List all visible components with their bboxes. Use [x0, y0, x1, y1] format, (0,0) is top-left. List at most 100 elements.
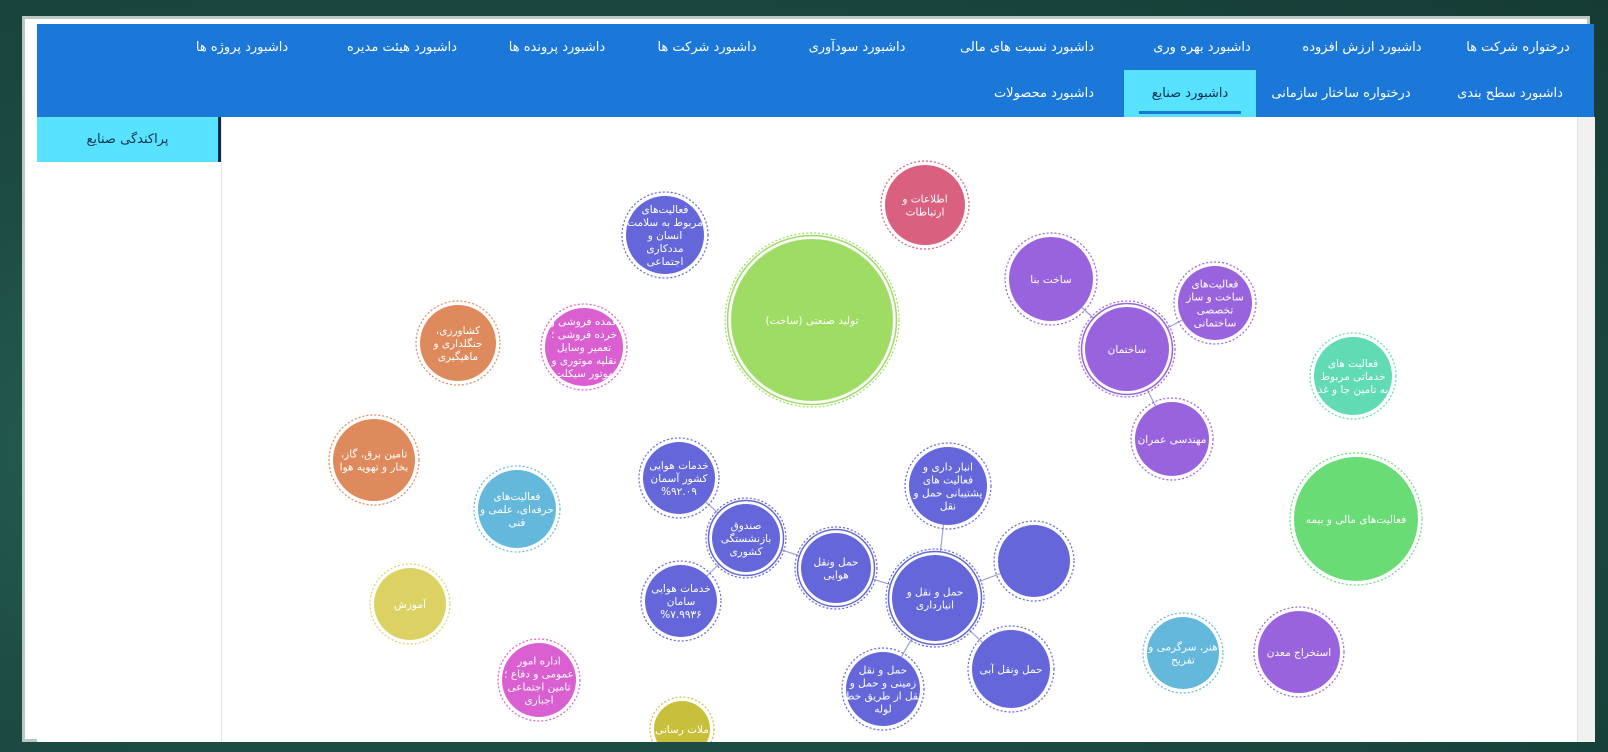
bubble-bottom[interactable]: ملات رسانی: [649, 696, 715, 742]
bubble-label: ماهیگیری: [438, 350, 479, 363]
nav-row-1: درختواره شرکت ها داشبورد ارزش افزوده داشبو…: [37, 24, 1594, 70]
bubble-label: انبار داری و: [922, 462, 973, 474]
bubble-label: عمده فروشی و: [549, 316, 619, 328]
bubble-label: بازنشستگی: [721, 532, 772, 545]
bubble-label: تامین اجتماعی: [507, 682, 570, 694]
bubble-label: کشور آسمان: [651, 472, 708, 485]
bubble-label: ساختمانی: [1194, 318, 1237, 330]
bubble-label: ،کشاورزی: [436, 325, 480, 337]
bubble-electricity[interactable]: ،تامین برق، گازبخار و تهویه هوا: [328, 414, 420, 506]
bubble-label: به تامین جا و غذ: [1318, 384, 1389, 396]
bubble-label: زمینی و حمل و: [849, 678, 916, 690]
bubble-label: سامان: [667, 596, 696, 608]
bubble-wholesale[interactable]: عمده فروشی وخرده فروشی ؛تعمیر وسایلنقلیه…: [540, 303, 628, 391]
bubble-finance[interactable]: فعالیت‌های مالی و بیمه: [1289, 452, 1423, 586]
nav-tab-9[interactable]: داشبورد پروژه ها: [162, 24, 322, 70]
bubble-water[interactable]: حمل ونقل آبی: [967, 625, 1055, 713]
bubble-public[interactable]: اداره امورعمومی و دفاع ؛تامین اجتماعیاجب…: [497, 638, 581, 722]
bubble-label: خرده فروشی ؛: [551, 329, 617, 341]
bubble-label: آموزش: [394, 598, 427, 611]
bubble-label: لوله: [874, 704, 891, 716]
bubble-label: فعالیت‌های: [494, 491, 541, 503]
bubble-label: نقل از طریق خط: [845, 691, 921, 703]
bubble-label: (تولید صنعتی (ساخت: [766, 315, 859, 327]
bubble-label: جنگلداری و: [432, 337, 482, 350]
bubble-label: خدمات هوایی: [649, 460, 709, 472]
bubble-label: نقلیه موتوری و: [551, 355, 617, 367]
nav-tab-8[interactable]: داشبورد هیئت مدیره: [322, 24, 482, 70]
bubble-label: اداره امور: [516, 656, 560, 668]
bubble-label: حرفه‌ای، علمی و: [479, 504, 554, 516]
bubble-label: خدماتی مربوط: [1320, 371, 1385, 383]
sidebar-tab-industry-distribution[interactable]: پراکندگی صنایع: [37, 117, 221, 162]
bubble-building[interactable]: ساخت بنا: [1004, 232, 1098, 326]
bubble-label: تفریح: [1171, 655, 1195, 667]
nav-tab-row2-4[interactable]: داشبورد محصولات: [964, 70, 1124, 117]
bubble-construction[interactable]: ساختمان: [1078, 300, 1176, 398]
bubble-saman[interactable]: خدمات هواییسامان%۷.۹۹۳۶: [640, 560, 722, 642]
bubble-professional[interactable]: فعالیت‌هایحرفه‌ای، علمی وفنی: [473, 465, 561, 553]
nav-tab-row2-2[interactable]: درختواره ساختار سازمانی: [1256, 70, 1426, 117]
bubble-storage[interactable]: انبار داری وفعالیت هایپشتیبانی حمل ونقل: [904, 442, 992, 530]
app-frame: درختواره شرکت ها داشبورد ارزش افزوده داشبو…: [22, 16, 1595, 742]
bubble-label: فعالیت های: [923, 475, 973, 487]
bubble-label: %۹۲.۰۹: [661, 486, 697, 498]
bubble-agri[interactable]: ،کشاورزیجنگلداری وماهیگیری: [415, 300, 501, 386]
bubble-label: ملات رسانی: [655, 724, 709, 736]
bubble-chart: اطلاعات وارتباطاتفعالیت‌هایمربوط به سلام…: [328, 160, 1423, 742]
nav-tab-row2-1[interactable]: داشبورد سطح بندی: [1426, 70, 1594, 117]
bubble-label: مربوط به سلامت: [627, 217, 703, 229]
bubble-land[interactable]: حمل و نقلزمینی و حمل ونقل از طریق خطلوله: [841, 647, 925, 731]
bubble-label: صندوق: [731, 520, 762, 532]
nav-row-2: داشبورد سطح بندی درختواره ساختار سازمانی د…: [37, 70, 1594, 117]
bubble-label: هنر، سرگرمی و: [1147, 641, 1217, 654]
bubble-label: انبارداری: [916, 600, 954, 612]
nav-tab-row2-3[interactable]: داشبورد صنایع: [1124, 70, 1256, 117]
bubble-label: مددکاری: [646, 243, 683, 255]
bubble-label: خدمات هوایی: [651, 583, 711, 595]
bubble-label: تعمیر وسایل: [557, 342, 611, 354]
bubble-label: فعالیت‌های مالی و بیمه: [1306, 514, 1407, 526]
nav-tab-6[interactable]: داشبورد شرکت ها: [632, 24, 782, 70]
bubble-label: مهندسی عمران: [1138, 434, 1207, 446]
bubble-civil[interactable]: مهندسی عمران: [1130, 397, 1214, 481]
vertical-scrollbar[interactable]: [1577, 117, 1595, 742]
bubble-label: فعالیت‌های: [1192, 279, 1239, 291]
nav-tab-1[interactable]: درختواره شرکت ها: [1442, 24, 1594, 70]
sidebar: پراکندگی صنایع: [37, 117, 222, 742]
bubble-support[interactable]: فعالیت هایخدماتی مربوطبه تامین جا و غذ: [1309, 332, 1397, 420]
bubble-label: ساختمان: [1108, 344, 1147, 356]
bubble-education[interactable]: آموزش: [369, 563, 451, 645]
nav-tab-7[interactable]: داشبورد پرونده ها: [482, 24, 632, 70]
bubble-transport[interactable]: حمل و نقل وانبارداری: [885, 548, 985, 648]
bubble-air[interactable]: حمل ونقلهوایی: [794, 526, 878, 610]
bubble-health[interactable]: فعالیت‌هایمربوط به سلامتانسان ومددکاریاج…: [621, 191, 709, 279]
bubble-label: حمل و نقل: [859, 665, 907, 677]
bubble-label: استخراج معدن: [1267, 647, 1331, 659]
bubble-aseman[interactable]: خدمات هواییکشور آسمان%۹۲.۰۹: [638, 437, 720, 519]
bubble-label: %۷.۹۹۳۶: [660, 609, 702, 621]
bubble-blank[interactable]: [993, 520, 1075, 602]
nav-tab-3[interactable]: داشبورد بهره وری: [1122, 24, 1282, 70]
bubble-label: حمل ونقل: [813, 557, 858, 569]
nav-tab-5[interactable]: داشبورد سودآوری: [782, 24, 932, 70]
nav-tab-2[interactable]: داشبورد ارزش افزوده: [1282, 24, 1442, 70]
bubble-label: ،تامین برق، گاز: [341, 448, 408, 461]
bubble-label: هوایی: [823, 570, 849, 582]
bubble-circle: [998, 525, 1070, 597]
bubble-art[interactable]: هنر، سرگرمی وتفریح: [1142, 612, 1224, 694]
bubble-label: اطلاعات و: [901, 194, 947, 206]
nav-tab-4[interactable]: داشبورد نسبت های مالی: [932, 24, 1122, 70]
bubble-label: حمل ونقل آبی: [979, 663, 1042, 676]
bubble-special[interactable]: فعالیت‌هایساخت و سازتخصصیساختمانی: [1173, 261, 1257, 345]
bubble-label: اجتماعی: [647, 256, 684, 268]
bubble-label: بخار و تهویه هوا: [340, 462, 409, 474]
bubble-info[interactable]: اطلاعات وارتباطات: [880, 160, 970, 250]
bubble-label: ساخت و ساز: [1185, 292, 1244, 304]
bubble-fund[interactable]: صندوقبازنشستگیکشوری: [705, 497, 787, 579]
bubble-chart-area: اطلاعات و ارتباطات فعالیت‌های مربوط به سلام…: [222, 117, 1577, 742]
bubble-label: فعالیت های: [1328, 358, 1378, 370]
bubble-label: موتور سیکلت: [554, 368, 613, 380]
bubble-manufacturing[interactable]: (تولید صنعتی (ساخت: [724, 232, 900, 408]
bubble-mining[interactable]: استخراج معدن: [1253, 606, 1345, 698]
